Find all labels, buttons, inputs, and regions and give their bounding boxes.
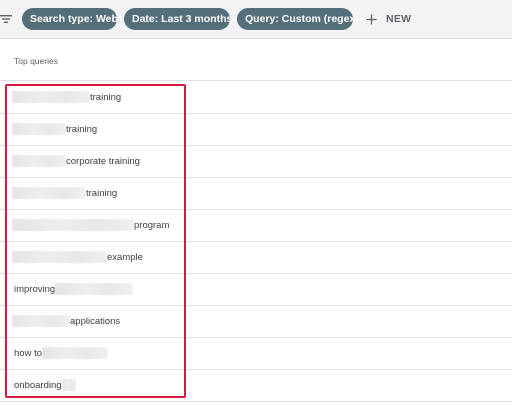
query-text: corporate training (66, 155, 140, 167)
redacted-text (55, 283, 134, 295)
new-filter-button[interactable]: NEW (366, 8, 411, 30)
query-text: program (134, 219, 170, 231)
query-cell: corporate training (12, 145, 140, 177)
query-text: training (66, 123, 98, 135)
redacted-text (12, 219, 134, 231)
query-text: example (107, 251, 143, 263)
table-row[interactable]: corporate training (0, 145, 512, 177)
query-text: training (90, 91, 122, 103)
table-row[interactable]: training (0, 177, 512, 209)
query-cell: training (12, 81, 121, 113)
query-cell: training (12, 177, 117, 209)
redacted-text (12, 187, 86, 199)
table-row[interactable]: improving (0, 273, 512, 305)
redacted-text (12, 123, 66, 135)
filter-chip-query[interactable]: Query: Custom (regex) (237, 8, 359, 30)
table-row[interactable]: training (0, 113, 512, 145)
redacted-text (12, 155, 66, 167)
filter-bar: Search type: Web Date: Last 3 months Que… (0, 0, 512, 39)
query-cell: applications (12, 305, 120, 337)
table-row[interactable]: program (0, 209, 512, 241)
query-cell: improving (14, 273, 134, 305)
query-text: how to (14, 347, 42, 359)
chip-label: Search type: Web (30, 13, 118, 25)
query-cell: how to (14, 337, 108, 369)
filter-chip-date[interactable]: Date: Last 3 months (124, 8, 233, 30)
query-cell: program (12, 209, 169, 241)
query-cell: example (12, 241, 143, 273)
redacted-text (12, 315, 70, 327)
query-cell: onboarding (14, 369, 76, 401)
table-row[interactable]: how to (0, 337, 512, 369)
filter-icon[interactable] (0, 12, 14, 26)
redacted-text (12, 251, 107, 263)
table-row[interactable]: onboarding (0, 369, 512, 401)
query-text: onboarding (14, 379, 62, 391)
new-filter-label: NEW (386, 13, 412, 25)
query-cell: training (12, 113, 97, 145)
table-row[interactable]: training (0, 81, 512, 113)
chip-label: Query: Custom (regex) (245, 13, 359, 25)
query-text: applications (70, 315, 121, 327)
redacted-text (12, 91, 90, 103)
redacted-text (42, 347, 108, 359)
column-header-top-queries[interactable]: Top queries (14, 56, 58, 66)
row-divider (0, 401, 512, 402)
query-text: training (86, 187, 118, 199)
table-row[interactable]: example (0, 241, 512, 273)
plus-icon (366, 13, 377, 25)
table-row[interactable]: applications (0, 305, 512, 337)
redacted-text (61, 379, 76, 391)
chip-label: Date: Last 3 months (132, 13, 233, 25)
filter-chip-search-type[interactable]: Search type: Web (22, 8, 118, 30)
query-text: improving (14, 283, 56, 295)
